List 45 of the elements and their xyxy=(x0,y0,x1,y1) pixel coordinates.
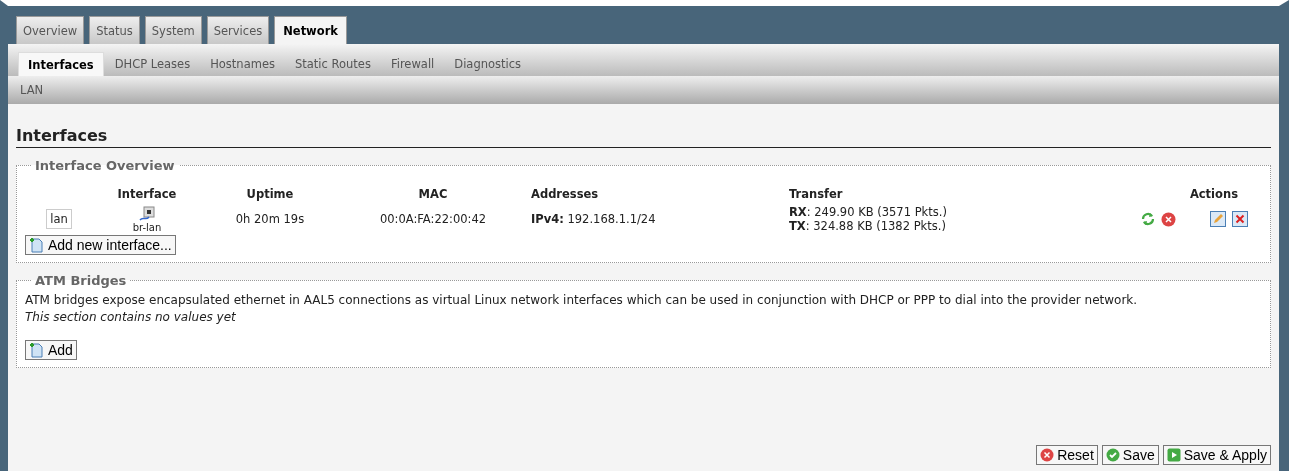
check-icon xyxy=(1105,448,1120,462)
refresh-icon[interactable] xyxy=(1141,212,1155,226)
column-header: MAC xyxy=(417,186,449,203)
main-tab[interactable]: System xyxy=(144,16,202,44)
sub-tab[interactable]: DHCP Leases xyxy=(105,52,200,76)
save-button[interactable]: Save xyxy=(1101,445,1159,465)
stop-icon[interactable] xyxy=(1161,211,1176,227)
add-interface-button[interactable]: Add new interface... xyxy=(25,235,176,255)
apply-button[interactable]: Save & Apply xyxy=(1162,445,1271,465)
column-header: Uptime xyxy=(245,186,295,203)
sub-tab[interactable]: Hostnames xyxy=(201,52,284,76)
main-tab[interactable]: Overview xyxy=(16,16,85,44)
interface-name: lan xyxy=(46,209,72,229)
rx-text: RX: 249.90 KB (3571 Pkts.) xyxy=(789,205,948,219)
column-header: Transfer xyxy=(788,186,844,203)
column-header: Interface xyxy=(116,186,178,203)
column-header: Addresses xyxy=(530,186,600,203)
column-header: Actions xyxy=(1188,186,1239,203)
uptime-cell-text: 0h 20m 19s xyxy=(234,211,306,228)
device-name: br-lan xyxy=(132,221,162,233)
section-legend: ATM Bridges xyxy=(31,273,131,288)
new-document-icon xyxy=(29,237,45,253)
edit-icon[interactable] xyxy=(1210,211,1226,227)
sub-tab[interactable]: Interfaces xyxy=(18,52,104,76)
tx-text: TX: 324.88 KB (1382 Pkts.) xyxy=(789,219,947,233)
section-description: ATM bridges expose encapsulated ethernet in AAL5 connections as virtual Linux network interfaces which can be used in conjunction with DHCP or PPP to dial into the provider network. xyxy=(25,293,1139,307)
add-button[interactable]: Add xyxy=(25,340,77,360)
new-document-icon xyxy=(29,342,45,358)
main-tab[interactable]: Services xyxy=(206,16,270,44)
address-cell-text: IPv4: 192.168.1.1/24 xyxy=(530,211,657,228)
section-tab[interactable]: LAN xyxy=(14,81,50,99)
page-title: Interfaces xyxy=(16,126,1271,148)
sub-tab[interactable]: Diagnostics xyxy=(445,52,530,76)
delete-icon[interactable] xyxy=(1232,211,1248,227)
sub-tab[interactable]: Static Routes xyxy=(286,52,380,76)
reset-icon xyxy=(1040,448,1055,462)
sub-tab[interactable]: Firewall xyxy=(381,52,444,76)
main-tab[interactable]: Status xyxy=(89,16,140,44)
main-tab[interactable]: Network xyxy=(274,16,347,44)
network-adapter-icon xyxy=(139,205,155,222)
section-legend: Interface Overview xyxy=(31,158,179,173)
empty-note: This section contains no values yet xyxy=(25,310,237,324)
mac-cell-text: 00:0A:FA:22:00:42 xyxy=(378,211,488,228)
play-icon xyxy=(1166,448,1181,462)
reset-button[interactable]: Reset xyxy=(1036,445,1098,465)
